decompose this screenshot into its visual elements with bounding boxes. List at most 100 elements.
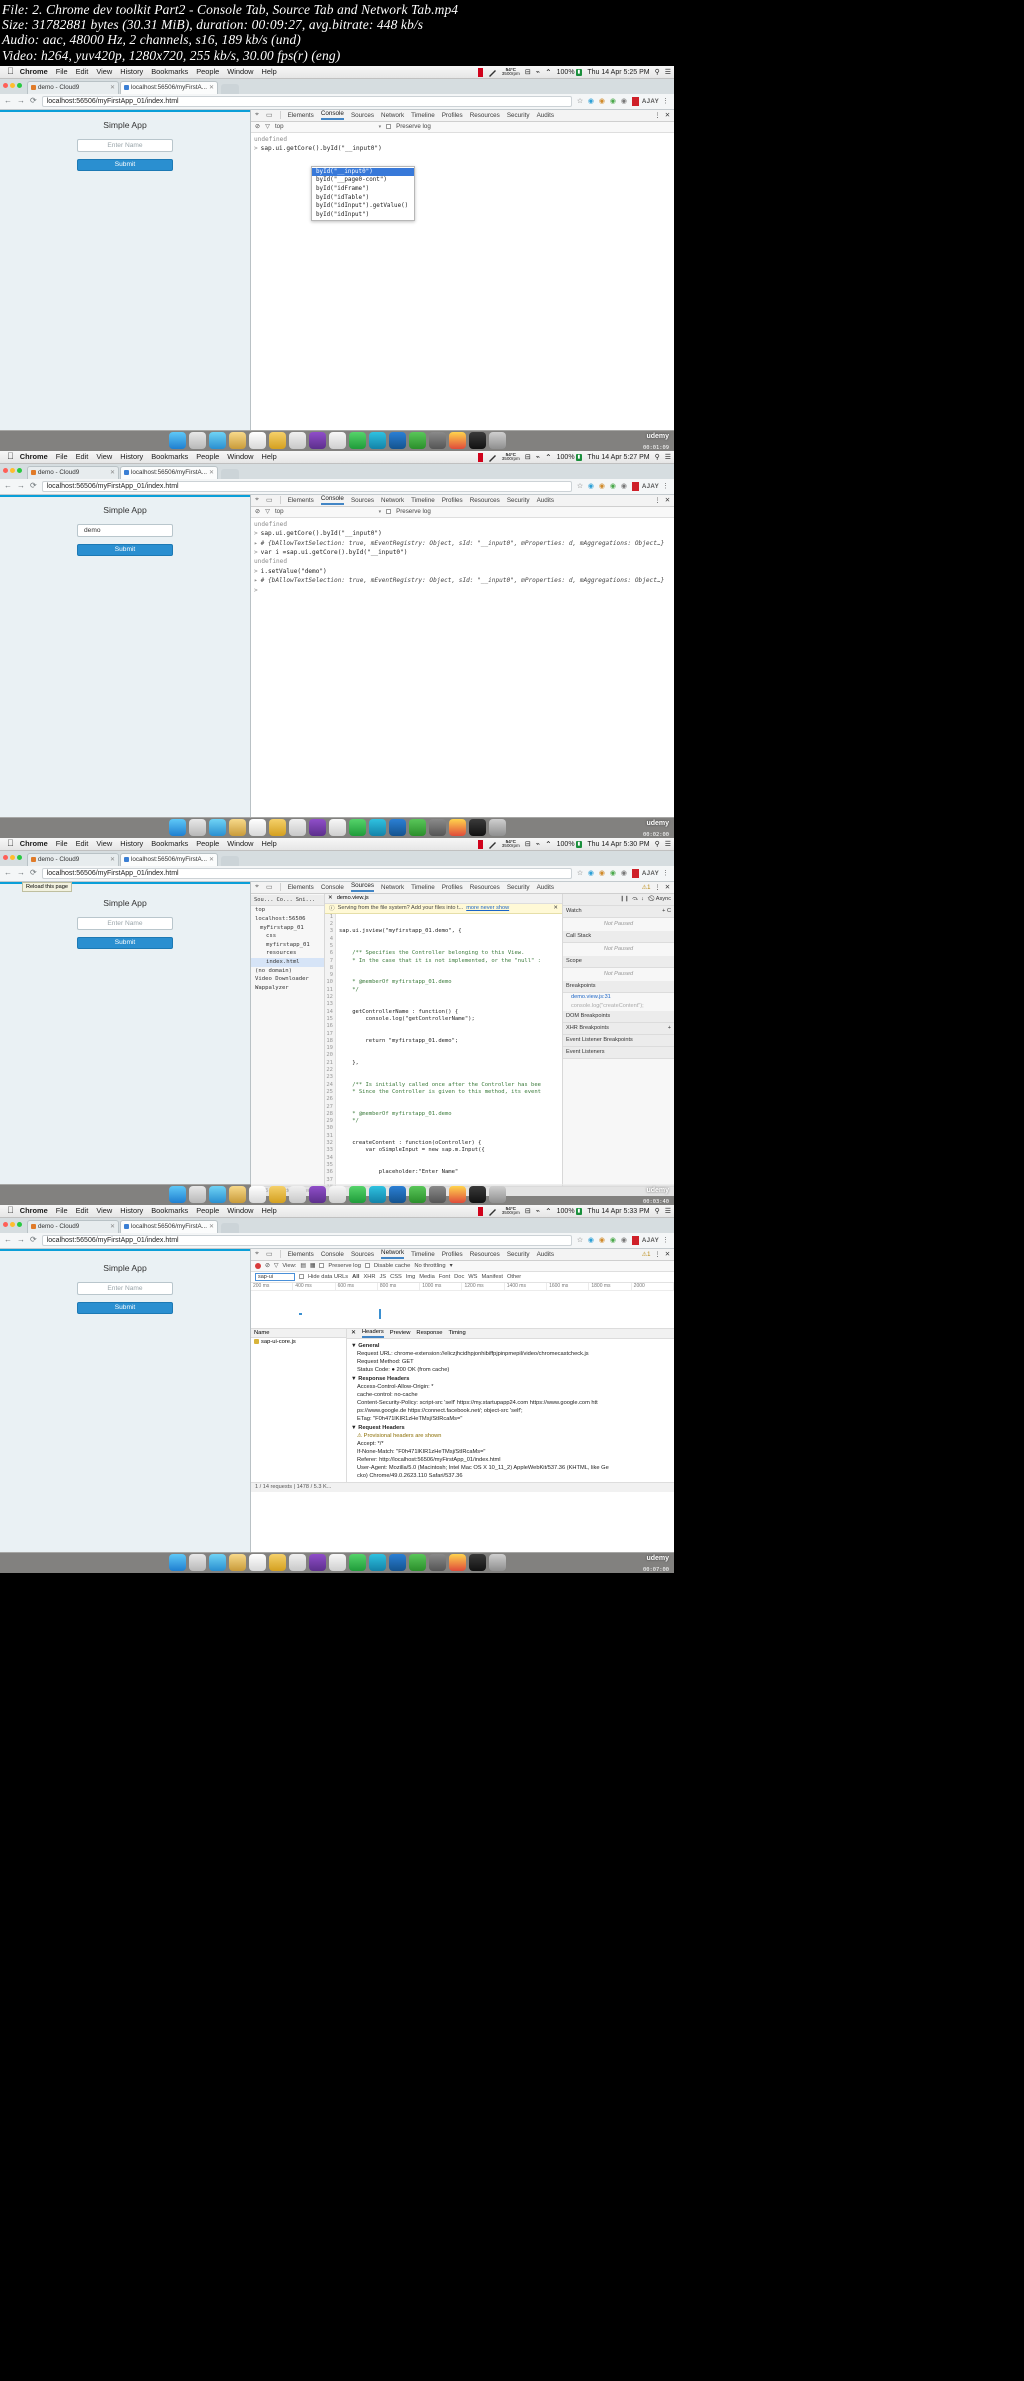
tab-response[interactable]: Response: [416, 1329, 442, 1337]
messages-icon[interactable]: [348, 819, 366, 837]
tab-resources[interactable]: Resources: [470, 497, 500, 504]
terminal-icon[interactable]: [468, 1186, 486, 1204]
contacts-icon[interactable]: [228, 1554, 246, 1572]
tab-timeline[interactable]: Timeline: [411, 1251, 435, 1258]
autocomplete-item[interactable]: byId("idInput"): [312, 211, 414, 220]
photos-icon[interactable]: [328, 819, 346, 837]
step-over-icon[interactable]: ⤼: [632, 895, 638, 904]
tree-node-wappalyzer[interactable]: Wappalyzer: [251, 984, 324, 993]
tab-sources[interactable]: Sources: [351, 497, 374, 504]
settings-icon[interactable]: [428, 432, 446, 450]
close-icon[interactable]: ✕: [665, 884, 670, 891]
tab-profiles[interactable]: Profiles: [442, 497, 463, 504]
settings-icon[interactable]: [428, 1554, 446, 1572]
chrome-menu-icon[interactable]: ⋮: [662, 1236, 670, 1244]
messages-icon[interactable]: [348, 1554, 366, 1572]
menu-bookmarks[interactable]: Bookmarks: [151, 452, 188, 461]
menu-people[interactable]: People: [196, 839, 219, 848]
filter-all[interactable]: All: [352, 1274, 359, 1280]
code-area[interactable]: 123 456 789 10 11 12 13 14 15 16 17 18 19 20 21 …: [325, 913, 562, 1186]
menu-bar-clock[interactable]: Thu 14 Apr 5:33 PM: [587, 1208, 649, 1215]
maximize-window-button[interactable]: [17, 467, 22, 473]
tree-node-index-html[interactable]: index.html: [251, 957, 324, 967]
pause-icon[interactable]: ❙❙: [620, 895, 629, 904]
wifi-icon[interactable]: ⌃: [545, 68, 552, 77]
section-call-stack[interactable]: Call Stack: [563, 930, 674, 943]
step-into-icon[interactable]: ↓: [641, 895, 644, 904]
section-xhr-breakpoints[interactable]: XHR Breakpoints +: [563, 1022, 674, 1035]
itunes-icon[interactable]: [388, 1554, 406, 1572]
menu-bookmarks[interactable]: Bookmarks: [151, 1206, 188, 1215]
reminders-icon[interactable]: [288, 432, 306, 450]
menu-help[interactable]: Help: [262, 839, 277, 848]
safari-icon[interactable]: [188, 1554, 206, 1572]
menu-chrome[interactable]: Chrome: [20, 452, 48, 461]
menu-window[interactable]: Window: [227, 452, 253, 461]
window-controls-2[interactable]: [3, 467, 22, 473]
star-icon[interactable]: ☆: [577, 482, 585, 490]
filter-img[interactable]: Img: [406, 1274, 415, 1280]
reload-icon[interactable]: ⟳: [30, 97, 37, 105]
menu-view[interactable]: View: [96, 67, 112, 76]
inspect-element-icon[interactable]: ⌖: [255, 111, 259, 119]
tab-audits[interactable]: Audits: [537, 1251, 555, 1258]
reminders-icon[interactable]: [288, 1554, 306, 1572]
appstore-icon[interactable]: [408, 1186, 426, 1204]
calendar-icon[interactable]: [248, 432, 266, 450]
name-input[interactable]: Enter Name: [77, 1281, 173, 1295]
pen-icon[interactable]: [488, 840, 497, 849]
extension-icon-3[interactable]: ◉: [610, 869, 618, 877]
itunes-icon[interactable]: [388, 819, 406, 837]
trash-icon[interactable]: [488, 432, 506, 450]
tab-network[interactable]: Network: [381, 497, 404, 504]
tree-node-localhost[interactable]: localhost:56506: [251, 915, 324, 924]
contacts-icon[interactable]: [228, 432, 246, 450]
chrome-menu-icon[interactable]: ⋮: [662, 97, 670, 105]
photos-icon[interactable]: [328, 1186, 346, 1204]
new-tab-button[interactable]: [220, 83, 239, 94]
tab-sources[interactable]: Sources: [351, 1251, 374, 1258]
reminders-icon[interactable]: [288, 819, 306, 837]
close-tab-icon[interactable]: ✕: [209, 1223, 214, 1230]
profile-name[interactable]: AJAY: [642, 483, 659, 490]
contacts-icon[interactable]: [228, 819, 246, 837]
menu-edit[interactable]: Edit: [76, 452, 89, 461]
menu-window[interactable]: Window: [227, 839, 253, 848]
close-icon[interactable]: ✕: [665, 112, 670, 119]
menu-help[interactable]: Help: [262, 67, 277, 76]
appstore-icon[interactable]: [408, 1554, 426, 1572]
menu-bookmarks[interactable]: Bookmarks: [151, 839, 188, 848]
menu-history[interactable]: History: [120, 1206, 143, 1215]
section-general[interactable]: ▼ General: [351, 1342, 670, 1350]
filter-xhr[interactable]: XHR: [363, 1274, 375, 1280]
minimize-window-button[interactable]: [10, 854, 15, 860]
menu-history[interactable]: History: [120, 839, 143, 848]
warning-badge[interactable]: ⚠1: [642, 884, 651, 891]
menu-bar-clock[interactable]: Thu 14 Apr 5:27 PM: [587, 454, 649, 461]
inspect-element-icon[interactable]: ⌖: [255, 496, 259, 504]
maps-icon[interactable]: [308, 819, 326, 837]
back-arrow-icon[interactable]: ←: [4, 869, 12, 877]
tab-network[interactable]: Network: [381, 884, 404, 891]
filter-other[interactable]: Other: [507, 1274, 521, 1280]
tree-node-myfirstapp01[interactable]: myfirstapp_01: [251, 941, 324, 950]
maximize-window-button[interactable]: [17, 82, 22, 88]
tab-timeline[interactable]: Timeline: [411, 497, 435, 504]
tab-elements[interactable]: Elements: [288, 1251, 314, 1258]
menu-chrome[interactable]: Chrome: [20, 839, 48, 848]
filter-font[interactable]: Font: [439, 1274, 450, 1280]
inspect-element-icon[interactable]: ⌖: [255, 883, 259, 891]
filter-manifest[interactable]: Manifest: [481, 1274, 503, 1280]
reload-icon[interactable]: ⟳: [30, 1236, 37, 1244]
forward-arrow-icon[interactable]: →: [17, 869, 25, 877]
safari-icon[interactable]: [188, 1186, 206, 1204]
tab-timeline[interactable]: Timeline: [411, 112, 435, 119]
close-tab-icon[interactable]: ✕: [110, 1223, 115, 1230]
tab-resources[interactable]: Resources: [470, 112, 500, 119]
submit-button[interactable]: Submit: [77, 1301, 173, 1314]
list-icon[interactable]: ☰: [665, 453, 671, 461]
browser-tab-cloud9[interactable]: demo - Cloud9 ✕: [27, 852, 119, 866]
mail-icon[interactable]: [208, 819, 226, 837]
extension-icon-2[interactable]: ◉: [599, 869, 607, 877]
close-tab-icon[interactable]: ✕: [209, 469, 214, 476]
